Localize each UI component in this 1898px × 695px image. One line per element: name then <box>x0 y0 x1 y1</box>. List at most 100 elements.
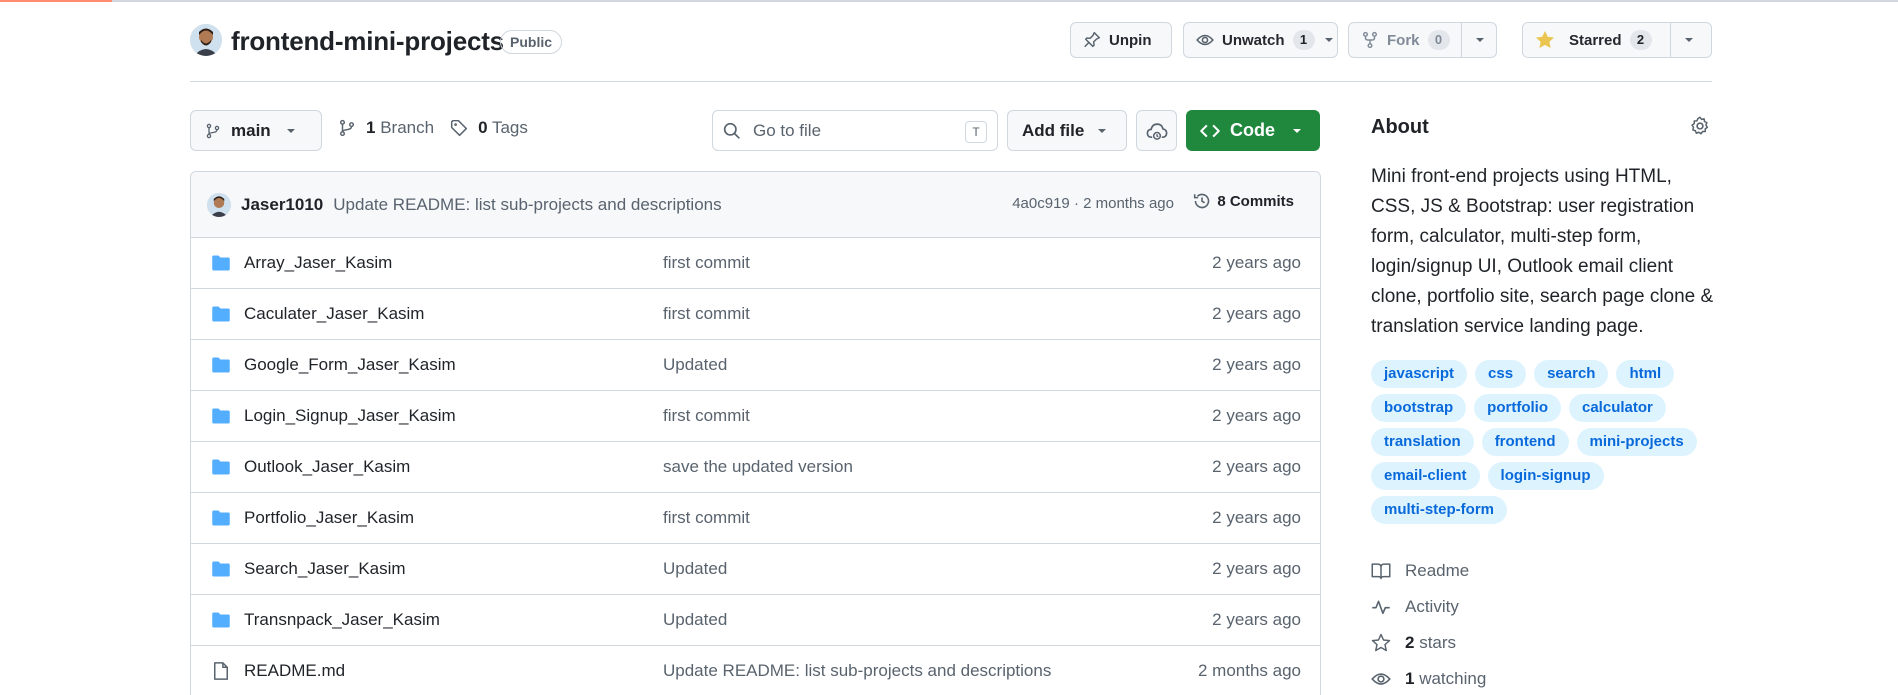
file-row[interactable]: Transnpack_Jaser_Kasim Updated 2 years ago <box>191 595 1320 646</box>
commits-count: 8 Commits <box>1217 192 1294 210</box>
file-browser: Jaser1010 Update README: list sub-projec… <box>190 171 1321 695</box>
folder-icon <box>211 406 231 426</box>
topic-tag[interactable]: bootstrap <box>1371 394 1467 422</box>
code-icon <box>1200 121 1220 141</box>
chevron-down-icon <box>1474 34 1486 46</box>
readme-label: Readme <box>1405 561 1470 580</box>
file-commit-message[interactable]: Updated <box>663 355 727 375</box>
folder-icon <box>211 559 231 579</box>
file-name[interactable]: Search_Jaser_Kasim <box>244 559 406 579</box>
file-commit-date: 2 years ago <box>1212 406 1301 425</box>
file-commit-date: 2 years ago <box>1212 355 1301 374</box>
topic-tag[interactable]: css <box>1475 360 1527 388</box>
folder-icon <box>211 457 231 477</box>
eye-icon <box>1196 31 1214 49</box>
go-to-file-input[interactable]: Go to file T <box>712 110 998 151</box>
commit-hash-time[interactable]: 4a0c919 · 2 months ago <box>1012 195 1174 212</box>
visibility-badge: Public <box>500 30 563 54</box>
file-row[interactable]: Outlook_Jaser_Kasim save the updated vers… <box>191 442 1320 493</box>
topic-tag[interactable]: email-client <box>1371 462 1480 490</box>
add-file-button[interactable]: Add file <box>1007 110 1127 151</box>
file-name[interactable]: Login_Signup_Jaser_Kasim <box>244 406 456 426</box>
repo-name[interactable]: frontend-mini-projects <box>231 26 504 57</box>
commits-link[interactable]: 8 Commits <box>1193 192 1294 210</box>
tags-link[interactable]: 0 Tags <box>478 118 528 138</box>
file-row[interactable]: Search_Jaser_Kasim Updated 2 years ago <box>191 544 1320 595</box>
file-row[interactable]: README.md Update README: list sub-project… <box>191 646 1320 695</box>
tag-icon <box>450 119 468 137</box>
watching-link[interactable]: 1 watching <box>1371 661 1486 695</box>
file-commit-message[interactable]: save the updated version <box>663 457 853 477</box>
file-commit-message[interactable]: first commit <box>663 304 750 324</box>
file-name[interactable]: Outlook_Jaser_Kasim <box>244 457 410 477</box>
file-commit-message[interactable]: Update README: list sub-projects and des… <box>663 661 1051 681</box>
activity-link[interactable]: Activity <box>1371 589 1486 625</box>
stars-count: 2 <box>1405 633 1415 652</box>
topic-tag[interactable]: login-signup <box>1487 462 1604 490</box>
about-heading: About <box>1371 116 1429 138</box>
unwatch-label: Unwatch <box>1222 31 1285 49</box>
starred-button[interactable]: Starred 2 <box>1522 22 1712 58</box>
commit-author-avatar[interactable] <box>207 192 231 217</box>
commit-message[interactable]: Update README: list sub-projects and des… <box>333 195 721 215</box>
tag-count: 0 <box>478 118 488 137</box>
file-row[interactable]: Login_Signup_Jaser_Kasim first commit 2 ye… <box>191 391 1320 442</box>
file-commit-message[interactable]: first commit <box>663 508 750 528</box>
file-name[interactable]: Google_Form_Jaser_Kasim <box>244 355 456 375</box>
file-name[interactable]: README.md <box>244 661 345 681</box>
file-name[interactable]: Transnpack_Jaser_Kasim <box>244 610 440 630</box>
watch-counter: 1 <box>1292 30 1315 50</box>
fork-label: Fork <box>1387 31 1420 49</box>
folder-icon <box>211 610 231 630</box>
eye-icon <box>1371 669 1391 689</box>
file-row[interactable]: Array_Jaser_Kasim first commit 2 years ago <box>191 238 1320 289</box>
topic-tag[interactable]: frontend <box>1481 428 1569 456</box>
file-row[interactable]: Google_Form_Jaser_Kasim Updated 2 years ag… <box>191 340 1320 391</box>
file-commit-date: 2 years ago <box>1212 457 1301 476</box>
code-button[interactable]: Code <box>1186 110 1320 151</box>
latest-commit-bar: Jaser1010 Update README: list sub-projec… <box>191 172 1320 238</box>
topic-tag[interactable]: portfolio <box>1474 394 1561 422</box>
unwatch-button[interactable]: Unwatch 1 <box>1183 22 1338 58</box>
topic-tag[interactable]: multi-step-form <box>1371 496 1507 524</box>
file-name[interactable]: Portfolio_Jaser_Kasim <box>244 508 414 528</box>
gear-icon[interactable] <box>1690 116 1710 136</box>
topic-tag[interactable]: javascript <box>1371 360 1468 388</box>
commit-author[interactable]: Jaser1010 <box>241 195 323 215</box>
topic-tag[interactable]: calculator <box>1569 394 1666 422</box>
branch-selector[interactable]: main <box>190 110 322 151</box>
topic-tag[interactable]: html <box>1616 360 1675 388</box>
file-commit-message[interactable]: Updated <box>663 610 727 630</box>
topic-tag[interactable]: mini-projects <box>1576 428 1697 456</box>
about-description: Mini front-end projects using HTML, CSS,… <box>1371 166 1714 337</box>
file-commit-date: 2 years ago <box>1212 610 1301 629</box>
codespace-sync-button[interactable] <box>1136 110 1177 151</box>
star-lists-dropdown[interactable] <box>1670 23 1707 57</box>
file-commit-message[interactable]: Updated <box>663 559 727 579</box>
file-row[interactable]: Portfolio_Jaser_Kasim first commit 2 years… <box>191 493 1320 544</box>
unpin-button[interactable]: Unpin <box>1070 22 1172 58</box>
branches-link[interactable]: 1 Branch <box>366 118 434 138</box>
repo-owner-avatar[interactable] <box>190 24 222 56</box>
file-commit-message[interactable]: first commit <box>663 406 750 426</box>
file-row[interactable]: Caculater_Jaser_Kasim first commit 2 years… <box>191 289 1320 340</box>
file-name[interactable]: Array_Jaser_Kasim <box>244 253 392 273</box>
topic-tag[interactable]: translation <box>1371 428 1474 456</box>
book-icon <box>1371 561 1391 581</box>
readme-link[interactable]: Readme <box>1371 553 1486 589</box>
search-icon <box>723 122 741 140</box>
file-commit-date: 2 years ago <box>1212 508 1301 527</box>
fork-dropdown[interactable] <box>1461 23 1498 57</box>
go-to-file-placeholder: Go to file <box>753 120 822 140</box>
star-counter: 2 <box>1629 30 1652 50</box>
fork-counter: 0 <box>1427 30 1450 50</box>
branch-tag-info: 1 Branch 0 Tags <box>338 118 528 138</box>
pin-icon <box>1083 31 1101 49</box>
fork-button[interactable]: Fork 0 <box>1348 22 1497 58</box>
topic-tag[interactable]: search <box>1534 360 1609 388</box>
stars-link[interactable]: 2 stars <box>1371 625 1486 661</box>
branch-icon <box>205 123 221 139</box>
file-name[interactable]: Caculater_Jaser_Kasim <box>244 304 424 324</box>
star-outline-icon <box>1371 633 1391 653</box>
file-commit-message[interactable]: first commit <box>663 253 750 273</box>
